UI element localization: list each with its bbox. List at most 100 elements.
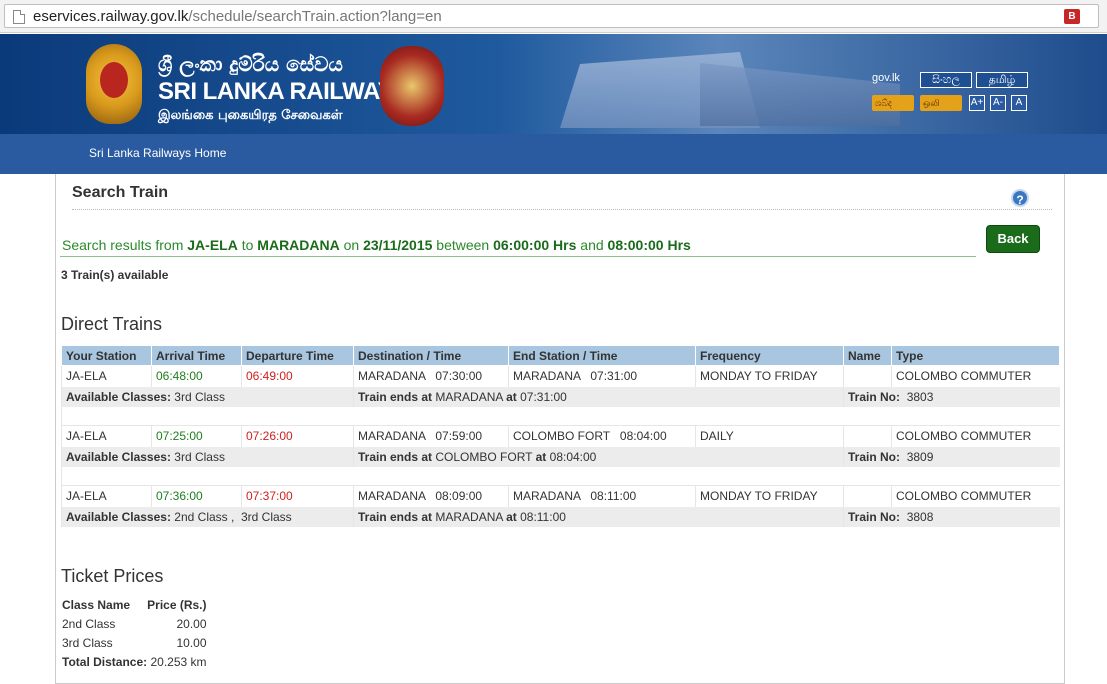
train-no-value: 3808 bbox=[906, 509, 934, 524]
name-cell bbox=[843, 365, 892, 387]
page-title: Search Train bbox=[72, 184, 169, 201]
classes-value: 3rd Class bbox=[174, 449, 225, 464]
govlk-link[interactable]: gov.lk bbox=[872, 72, 900, 84]
classes-value: 2nd Class , 3rd Class bbox=[174, 509, 292, 524]
site-banner: ශ්‍රී ලංකා දුම්රිය සේවය SRI LANKA RAILWA… bbox=[0, 34, 1107, 134]
title-divider bbox=[72, 209, 1052, 210]
trains-table: Your Station Arrival Time Departure Time… bbox=[61, 345, 1060, 527]
summary-to: MARADANA bbox=[257, 237, 340, 253]
classes-cell: Available Classes: 2nd Class , 3rd Class bbox=[61, 506, 354, 527]
ends-label: Train ends at bbox=[358, 449, 433, 464]
ends-station: MARADANA bbox=[435, 509, 503, 524]
brand-name-tamil: இலங்கை புகையிரத சேவைகள் bbox=[158, 108, 343, 123]
ends-station: MARADANA bbox=[435, 389, 503, 404]
brand-name-english: SRI LANKA RAILWAYS bbox=[158, 78, 409, 105]
station-cell: JA-ELA bbox=[61, 365, 152, 387]
ends-label: Train ends at bbox=[358, 389, 433, 404]
ends-time: 08:04:00 bbox=[549, 449, 597, 464]
classes-cell: Available Classes: 3rd Class bbox=[61, 386, 354, 407]
type-cell: COLOMBO COMMUTER bbox=[891, 425, 1060, 447]
frequency-cell: MONDAY TO FRIDAY bbox=[695, 485, 844, 507]
train-row[interactable]: JA-ELA 07:36:00 07:37:00 MARADANA 08:09:… bbox=[61, 485, 1060, 507]
distance-value: 20.253 km bbox=[150, 654, 207, 669]
ends-time: 08:11:00 bbox=[520, 509, 566, 524]
search-summary: Search results from JA-ELA to MARADANA o… bbox=[62, 237, 691, 253]
main-nav: Sri Lanka Railways Home bbox=[0, 134, 1107, 174]
price-row: 2nd Class 20.00 bbox=[61, 614, 208, 633]
row-spacer bbox=[61, 466, 1060, 486]
summary-date: 23/11/2015 bbox=[363, 237, 433, 253]
row-spacer bbox=[61, 406, 1060, 426]
price-header-row: Class Name Price (Rs.) bbox=[61, 595, 208, 614]
ends-time: 07:31:00 bbox=[520, 389, 567, 404]
trains-header-row: Your Station Arrival Time Departure Time… bbox=[61, 345, 1060, 366]
station-cell: JA-ELA bbox=[61, 485, 152, 507]
summary-divider bbox=[60, 256, 976, 257]
url-text[interactable]: eservices.railway.gov.lk/schedule/search… bbox=[33, 8, 442, 25]
arrival-cell: 07:25:00 bbox=[151, 425, 242, 447]
destination-cell: MARADANA 08:09:00 bbox=[353, 485, 509, 507]
col-type: Type bbox=[891, 345, 1060, 366]
train-row[interactable]: JA-ELA 07:25:00 07:26:00 MARADANA 07:59:… bbox=[61, 425, 1060, 447]
classes-label: Available Classes: bbox=[66, 389, 171, 404]
departure-cell: 07:26:00 bbox=[241, 425, 354, 447]
col-name: Name bbox=[843, 345, 892, 366]
train-ends-cell: Train ends at COLOMBO FORT at 08:04:00 bbox=[353, 446, 844, 467]
summary-prefix: Search results from bbox=[62, 237, 184, 253]
train-no-label: Train No: bbox=[848, 389, 901, 404]
font-decrease-button[interactable]: A- bbox=[990, 95, 1006, 111]
distance-label: Total Distance: bbox=[62, 654, 148, 669]
destination-cell: MARADANA 07:59:00 bbox=[353, 425, 509, 447]
total-distance: Total Distance: 20.253 km bbox=[61, 652, 208, 671]
brand-name-sinhala: ශ්‍රී ලංකා දුම්රිය සේවය bbox=[158, 52, 343, 76]
summary-on-word: on bbox=[343, 237, 360, 253]
train-no-label: Train No: bbox=[848, 509, 901, 524]
type-cell: COLOMBO COMMUTER bbox=[891, 365, 1060, 387]
distance-row: Total Distance: 20.253 km bbox=[61, 652, 208, 671]
train-detail-row: Available Classes: 3rd Class Train ends … bbox=[61, 446, 1060, 467]
summary-from: JA-ELA bbox=[187, 237, 238, 253]
col-price: Price (Rs.) bbox=[147, 597, 207, 612]
price-class-cell: 2nd Class bbox=[62, 616, 116, 631]
help-icon[interactable]: ? bbox=[1011, 189, 1029, 207]
frequency-cell: DAILY bbox=[695, 425, 844, 447]
arrival-cell: 07:36:00 bbox=[151, 485, 242, 507]
train-no-value: 3809 bbox=[906, 449, 934, 464]
railway-seal-logo bbox=[380, 46, 444, 126]
font-increase-button[interactable]: A+ bbox=[969, 95, 985, 111]
url-domain: eservices.railway.gov.lk bbox=[33, 8, 189, 25]
train-no-value: 3803 bbox=[906, 389, 934, 404]
nav-home-link[interactable]: Sri Lanka Railways Home bbox=[89, 146, 226, 160]
summary-end-time: 08:00:00 Hrs bbox=[607, 237, 691, 253]
col-destination-time: Destination / Time bbox=[353, 345, 509, 366]
train-detail-row: Available Classes: 2nd Class , 3rd Class… bbox=[61, 506, 1060, 527]
extension-icon[interactable]: B bbox=[1064, 9, 1080, 24]
lang-tamil-button[interactable]: தமிழ் bbox=[976, 72, 1028, 88]
train-ends-cell: Train ends at MARADANA at 08:11:00 bbox=[353, 506, 844, 527]
ticket-prices-table: Class Name Price (Rs.) 2nd Class 20.00 3… bbox=[61, 595, 208, 671]
train-number-cell: Train No: 3809 bbox=[843, 446, 1060, 467]
name-cell bbox=[843, 485, 892, 507]
summary-start-time: 06:00:00 Hrs bbox=[493, 237, 577, 253]
departure-cell: 06:49:00 bbox=[241, 365, 354, 387]
address-bar[interactable]: eservices.railway.gov.lk/schedule/search… bbox=[4, 4, 1099, 28]
train-number-cell: Train No: 3808 bbox=[843, 506, 1060, 527]
price-class-cell: 3rd Class bbox=[62, 635, 113, 650]
audio-sinhala-link[interactable]: ශබ්ද bbox=[872, 95, 914, 111]
train-count: 3 Train(s) available bbox=[61, 268, 169, 282]
back-button[interactable]: Back bbox=[986, 225, 1040, 253]
type-cell: COLOMBO COMMUTER bbox=[891, 485, 1060, 507]
end-station-cell: COLOMBO FORT 08:04:00 bbox=[508, 425, 696, 447]
ends-at-label: at bbox=[506, 389, 517, 404]
ticket-prices-heading: Ticket Prices bbox=[61, 566, 164, 586]
train-row[interactable]: JA-ELA 06:48:00 06:49:00 MARADANA 07:30:… bbox=[61, 365, 1060, 387]
arrival-cell: 06:48:00 bbox=[151, 365, 242, 387]
train-detail-row: Available Classes: 3rd Class Train ends … bbox=[61, 386, 1060, 407]
summary-between-word: between bbox=[436, 237, 490, 253]
font-reset-button[interactable]: A bbox=[1011, 95, 1027, 111]
classes-value: 3rd Class bbox=[174, 389, 225, 404]
lang-sinhala-button[interactable]: සිංහල bbox=[920, 72, 972, 88]
ends-at-label: at bbox=[535, 449, 547, 464]
departure-cell: 07:37:00 bbox=[241, 485, 354, 507]
audio-tamil-link[interactable]: ஒலி bbox=[920, 95, 962, 111]
